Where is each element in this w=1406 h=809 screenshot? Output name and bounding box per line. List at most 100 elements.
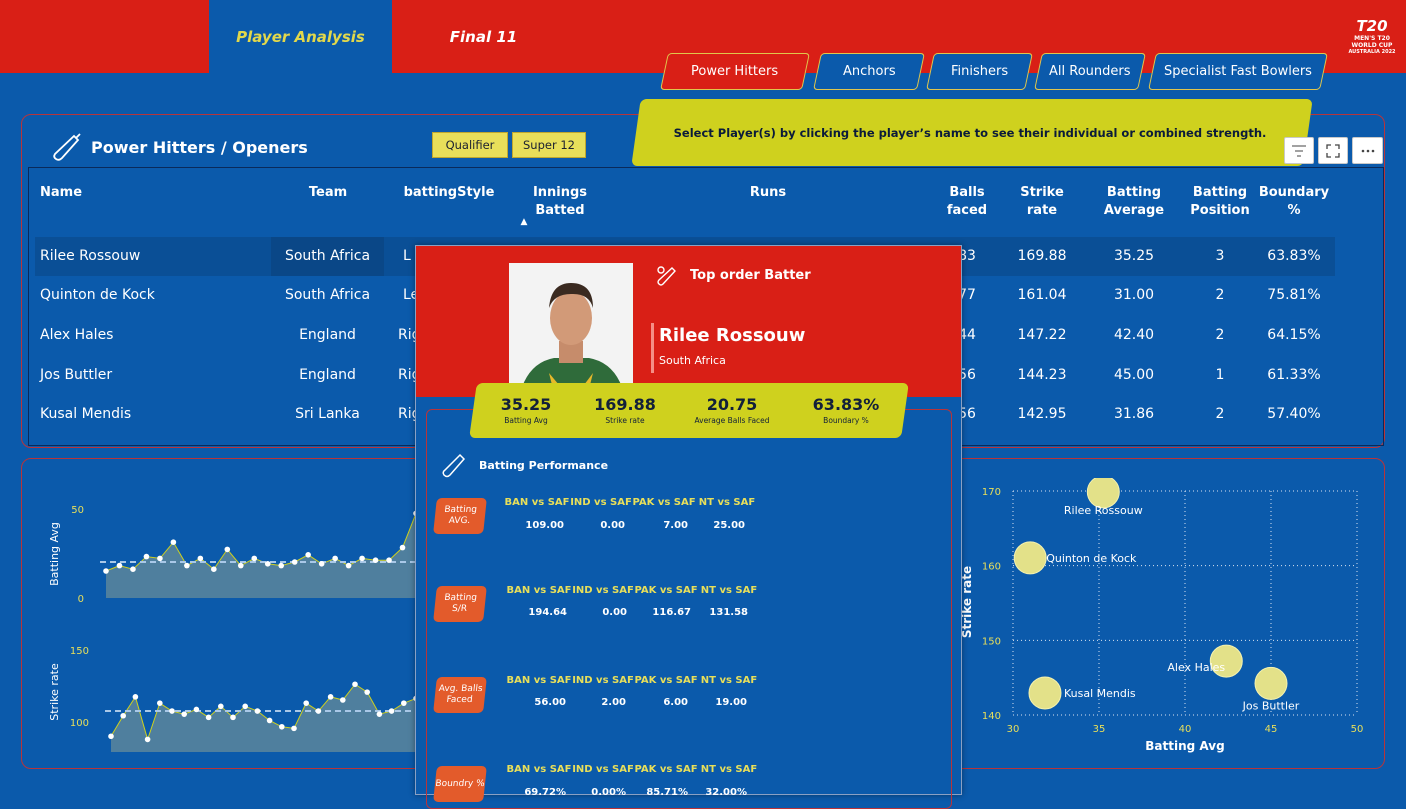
y-axis-label: Strike rate [960,566,974,638]
match-value: 32.00% [705,787,747,798]
point-label: Jos Buttler [1242,699,1300,712]
stat-value: 63.83% [812,395,880,414]
data-point [224,546,231,553]
filter-super-12-button[interactable]: Super 12 [512,132,586,158]
match-header: PAK vs SAF [632,497,696,508]
stat-label: Strike rate [605,416,645,425]
player-team: England [299,327,356,343]
match-header: PAK vs SAF [634,585,698,596]
y-tick-label: 150 [982,636,1001,647]
data-point [251,555,258,562]
col-header-batting-style[interactable]: battingStyle [402,184,496,202]
match-header: IND vs SAF [572,764,634,775]
more-options-icon[interactable] [1352,137,1383,164]
stat-value: 20.75 [706,395,758,414]
x-tick-label: 30 [1007,724,1020,735]
category-anchors-button[interactable]: Anchors [813,53,925,90]
data-point [279,723,285,730]
player-name[interactable]: Kusal Mendis [40,395,131,434]
focus-mode-icon[interactable] [1318,137,1348,164]
metric-badge: Avg. Balls Faced [433,677,487,713]
category-label: Anchors [842,64,896,79]
category-label: Power Hitters [691,64,779,79]
batting-position: 2 [1215,287,1225,303]
strike-rate: 161.04 [1017,287,1067,303]
match-value: 131.58 [709,607,748,618]
match-header: NT vs SAF [700,585,758,596]
col-header-batting-position[interactable]: Batting Position [1186,184,1254,220]
col-header-batting-average[interactable]: Batting Average [1099,184,1169,220]
player-name[interactable]: Alex Hales [40,316,113,355]
col-header-balls-faced[interactable]: Balls faced [942,184,992,220]
player-portrait-image [509,263,633,397]
category-label: Finishers [950,64,1009,79]
batting-position: 2 [1215,327,1225,343]
batting-average: 42.40 [1113,327,1155,343]
match-value: 85.71% [646,787,688,798]
tab-final-11[interactable]: Final 11 [392,0,575,73]
player-name[interactable]: Jos Buttler [40,356,112,395]
data-point [143,553,150,560]
col-header-name[interactable]: Name [40,184,82,202]
data-point [291,559,298,565]
logo-line-1: MEN'S T20 [1354,34,1390,42]
match-header: IND vs SAF [570,497,632,508]
col-header-strike-rate[interactable]: Strike rate [1014,184,1070,220]
x-tick-label: 35 [1093,724,1106,735]
match-value: 0.00 [600,520,625,531]
data-point [181,711,187,717]
data-point [237,562,244,569]
match-value: 25.00 [713,520,745,531]
col-header-boundary-pct[interactable]: Boundary % [1256,184,1332,220]
col-header-team[interactable]: Team [290,184,366,202]
batting-avg-trend-chart: Batting Avg 50 0 [48,505,420,605]
match-value: 109.00 [525,520,564,531]
player-name[interactable]: Quinton de Kock [40,276,155,315]
batting-position: 1 [1215,367,1225,383]
stat-average-balls-faced: 20.75 Average Balls Faced [686,395,778,425]
x-tick-label: 40 [1179,724,1192,735]
x-axis-label: Batting Avg [1145,739,1224,753]
point-label: Kusal Mendis [1064,687,1136,700]
stat-strike-rate: 169.88 Strike rate [591,395,659,425]
filter-qualifier-button[interactable]: Qualifier [432,132,508,158]
filter-lines-icon [1292,145,1306,156]
filter-icon[interactable] [1284,137,1314,164]
col-header-runs[interactable]: Runs [740,184,796,202]
data-point [364,689,371,695]
data-point [359,555,365,562]
point-label: Quinton de Kock [1046,552,1137,565]
col-header-innings-batted[interactable]: Innings Batted [527,184,593,220]
batting-style: L [403,248,411,264]
batting-position: 2 [1215,406,1225,422]
match-header: BAN vs SAF [506,585,572,596]
y-tick-label: 140 [982,711,1001,722]
category-power-hitters-button[interactable]: Power Hitters [660,53,810,90]
category-specialist-fast-bowlers-button[interactable]: Specialist Fast Bowlers [1148,53,1328,90]
tooltip-header [416,246,961,397]
player-name[interactable]: Rilee Rossouw [40,237,140,276]
data-point [132,694,139,700]
logo-line-3: AUSTRALIA 2022 [1348,48,1396,55]
category-all-rounders-button[interactable]: All Rounders [1034,53,1146,90]
y-tick-label: 100 [70,718,89,729]
data-point [352,681,358,688]
batting-average: 31.86 [1113,406,1155,422]
y-tick-label: 50 [71,505,84,516]
player-detail-tooltip: Top order Batter Rilee Rossouw South Afr… [415,245,962,809]
category-finishers-button[interactable]: Finishers [926,53,1033,90]
t20-world-cup-logo: T20 MEN'S T20 WORLD CUP AUSTRALIA 2022 [1348,10,1396,62]
data-point [230,714,236,721]
strike-rate: 147.22 [1017,327,1067,343]
match-value: 69.72% [524,787,566,798]
panel-title: Power Hitters / Openers [91,138,308,157]
tab-player-analysis[interactable]: Player Analysis [209,0,392,73]
logo-mark: T20 [1356,16,1388,35]
data-point [116,562,123,569]
data-point [205,714,212,721]
data-point [103,568,109,574]
player-team: South Africa [271,237,384,276]
batting-average: 45.00 [1113,367,1155,383]
y-axis-label: Strike rate [48,663,61,721]
data-point [254,708,261,714]
